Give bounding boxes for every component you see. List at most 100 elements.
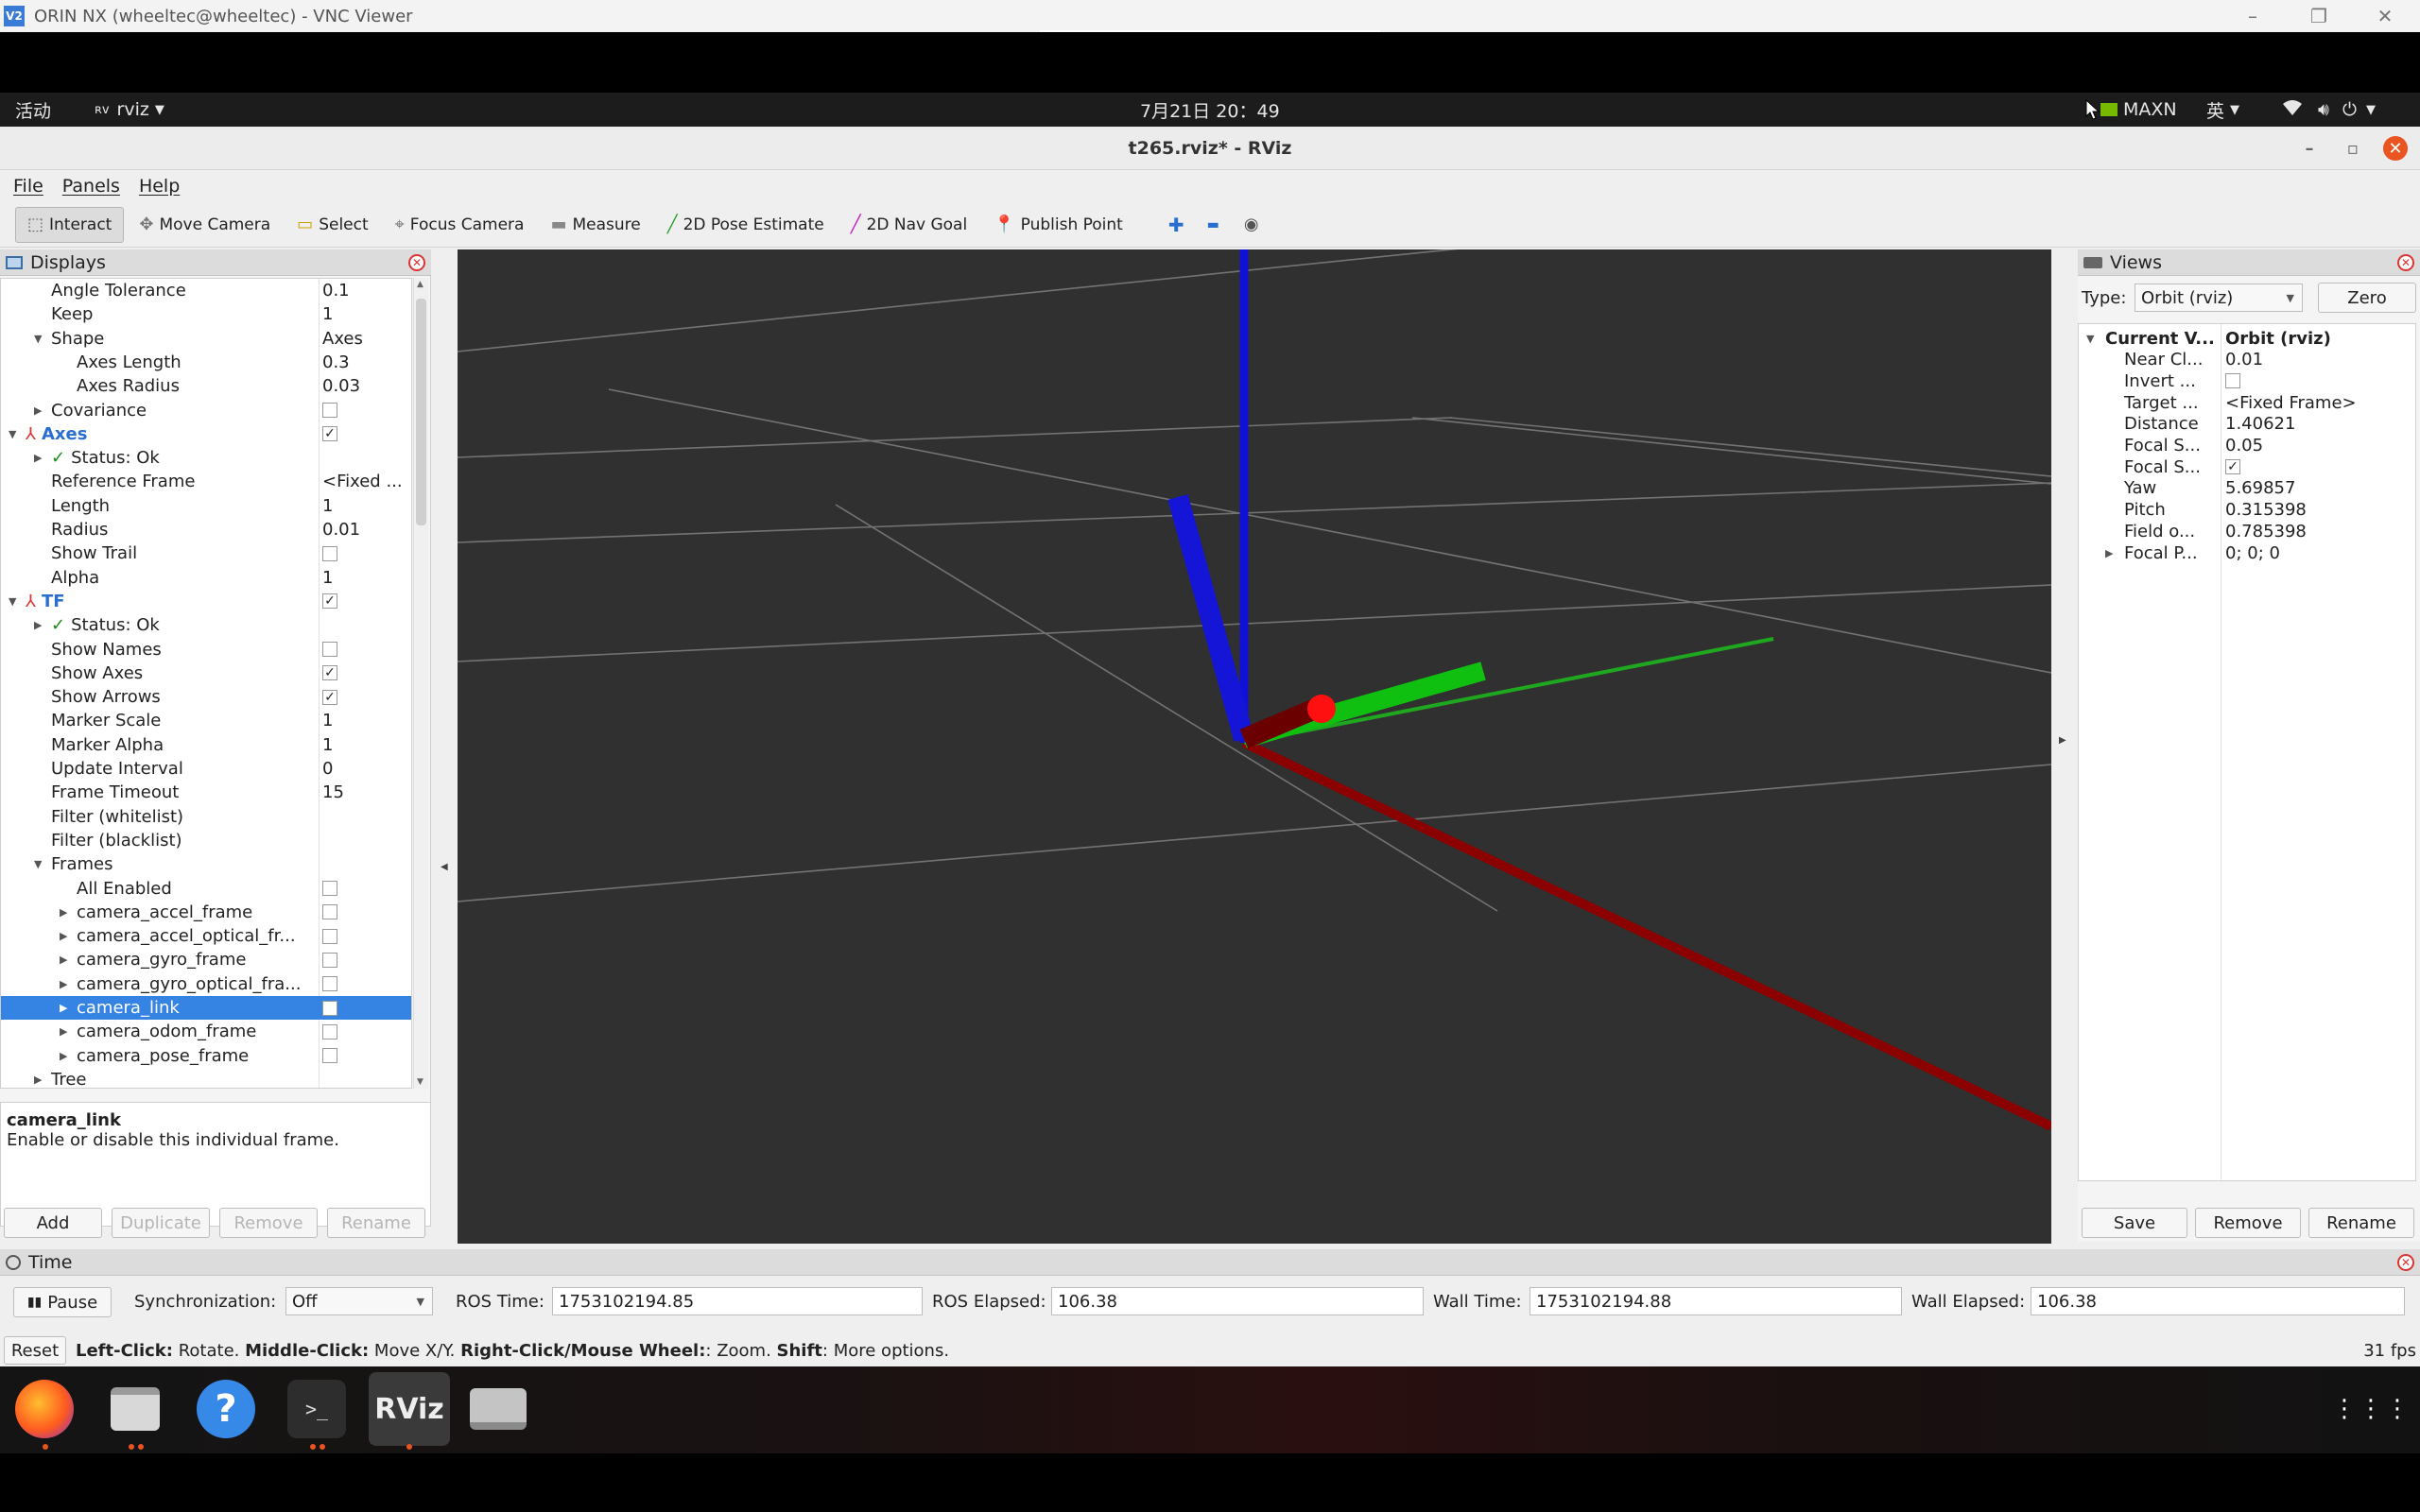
displays-scrollbar[interactable]: ▲ ▼ — [413, 278, 428, 1089]
property-row[interactable]: Radius 0.01 — [1, 518, 411, 541]
scroll-down-icon[interactable]: ▼ — [417, 1077, 424, 1087]
property-row[interactable]: Show Arrows ✓ — [1, 685, 411, 709]
view-property-row[interactable]: ▶ Focal P... 0; 0; 0 — [2079, 542, 2417, 564]
save-view-button[interactable]: Save — [2082, 1208, 2187, 1238]
expand-arrow-icon[interactable]: ▼ — [34, 327, 42, 351]
close-icon[interactable]: ✕ — [408, 254, 425, 271]
view-check-cell[interactable] — [2225, 370, 2240, 391]
property-row[interactable]: ▶ camera_accel_frame — [1, 901, 411, 924]
row-checkbox[interactable] — [322, 545, 337, 561]
row-checkbox[interactable]: ✓ — [322, 689, 337, 705]
property-row[interactable]: ▶ Covariance — [1, 399, 411, 422]
property-row[interactable]: Frame Timeout 15 — [1, 781, 411, 804]
property-row[interactable]: Axes Radius 0.03 — [1, 374, 411, 398]
view-row-checkbox[interactable]: ✓ — [2225, 459, 2240, 475]
property-row[interactable]: ▶ ✓ Status: Ok — [1, 613, 411, 637]
row-checkbox[interactable] — [322, 952, 337, 968]
view-property-row[interactable]: Focal S... ✓ — [2079, 456, 2417, 478]
property-row[interactable]: Marker Alpha 1 — [1, 733, 411, 757]
view-property-row[interactable]: ▼ Current V... Orbit (rviz) — [2079, 328, 2417, 350]
remove-view-button[interactable]: Remove — [2195, 1208, 2301, 1238]
rename-display-button[interactable]: Rename — [327, 1208, 425, 1238]
property-row[interactable]: Filter (blacklist) — [1, 829, 411, 852]
collapse-arrow-icon[interactable]: ▶ — [60, 948, 67, 971]
view-property-row[interactable]: Focal S... 0.05 — [2079, 436, 2417, 457]
displays-tree[interactable]: Angle Tolerance 0.1 Keep 1 ▼ Shape Axes Axes Le… — [0, 278, 412, 1089]
row-checkbox[interactable] — [322, 976, 337, 992]
expand-arrow-icon[interactable]: ▼ — [9, 422, 16, 446]
rviz-minimize-button[interactable]: – — [2295, 134, 2324, 163]
rviz-dock-icon[interactable]: RViz — [369, 1372, 450, 1446]
row-checkbox[interactable]: ✓ — [322, 593, 337, 610]
property-row[interactable]: Keep 1 — [1, 302, 411, 326]
row-checkbox[interactable] — [322, 904, 337, 920]
property-row[interactable]: Update Interval 0 — [1, 757, 411, 781]
row-check-cell[interactable]: ✓ — [322, 662, 337, 685]
duplicate-display-button[interactable]: Duplicate — [112, 1208, 210, 1238]
property-row[interactable]: ▶ camera_link — [1, 996, 411, 1021]
property-row[interactable]: Show Axes ✓ — [1, 662, 411, 685]
render-viewport[interactable] — [458, 249, 2051, 1244]
collapse-arrow-icon[interactable]: ▶ — [60, 901, 67, 924]
collapse-arrow-icon[interactable]: ▶ — [34, 399, 42, 422]
files-icon[interactable] — [106, 1380, 164, 1438]
property-row[interactable]: ▶ camera_accel_optical_fr... — [1, 924, 411, 948]
row-check-cell[interactable]: ✓ — [322, 590, 337, 613]
tool-publish-point[interactable]: 📍 Publish Point — [982, 207, 1134, 243]
remove-tool-icon[interactable]: ▬ — [1207, 217, 1219, 232]
row-check-cell[interactable] — [322, 541, 337, 565]
vnc-close-button[interactable]: ✕ — [2352, 0, 2418, 32]
row-checkbox[interactable] — [322, 1000, 337, 1016]
system-menu[interactable]: 🔊︎ ⏻ ▼ — [2282, 93, 2376, 127]
row-checkbox[interactable] — [322, 1023, 337, 1040]
property-row[interactable]: ▶ camera_pose_frame — [1, 1044, 411, 1068]
property-row[interactable]: ▶ Tree — [1, 1068, 411, 1088]
row-check-cell[interactable] — [322, 924, 337, 948]
eye-icon[interactable]: ◉ — [1244, 215, 1259, 234]
view-row-checkbox[interactable] — [2225, 373, 2240, 389]
input-method-indicator[interactable]: 英 ▼ — [2206, 93, 2239, 127]
zero-button[interactable]: Zero — [2318, 283, 2416, 313]
collapse-left-icon[interactable]: ◀ — [441, 862, 448, 872]
collapse-arrow-icon[interactable]: ▶ — [2105, 547, 2113, 559]
remove-display-button[interactable]: Remove — [219, 1208, 318, 1238]
display-item[interactable]: ▼ ⅄ TF ✓ — [1, 590, 411, 613]
property-row[interactable]: ▶ camera_gyro_optical_fra... — [1, 972, 411, 996]
menu-file[interactable]: File — [13, 176, 43, 197]
row-check-cell[interactable]: ✓ — [322, 685, 337, 709]
tool-focus-camera[interactable]: ⌖ Focus Camera — [384, 207, 536, 243]
view-check-cell[interactable]: ✓ — [2225, 456, 2240, 477]
property-row[interactable]: ▼ Shape Axes — [1, 327, 411, 351]
collapse-arrow-icon[interactable]: ▶ — [60, 972, 67, 996]
property-row[interactable]: ▶ camera_odom_frame — [1, 1020, 411, 1043]
collapse-arrow-icon[interactable]: ▶ — [60, 924, 67, 948]
menu-help[interactable]: Help — [139, 176, 180, 197]
row-checkbox[interactable] — [322, 1048, 337, 1064]
view-property-row[interactable]: Target ... <Fixed Frame> — [2079, 392, 2417, 414]
add-tool-icon[interactable]: ✚ — [1168, 214, 1184, 236]
tool-select[interactable]: ▭ Select — [285, 207, 379, 243]
row-check-cell[interactable] — [322, 972, 337, 996]
tool-2d-pose-estimate[interactable]: ╱ 2D Pose Estimate — [656, 207, 836, 243]
collapse-arrow-icon[interactable]: ▶ — [34, 613, 42, 637]
scrollbar-thumb[interactable] — [416, 299, 426, 525]
property-row[interactable]: Show Trail — [1, 541, 411, 565]
row-checkbox[interactable] — [322, 928, 337, 944]
ros-elapsed-field[interactable]: 106.38 — [1051, 1287, 1424, 1315]
row-check-cell[interactable] — [322, 1044, 337, 1068]
property-row[interactable]: Reference Frame <Fixed ... — [1, 470, 411, 493]
row-check-cell[interactable] — [322, 638, 337, 662]
collapse-arrow-icon[interactable]: ▶ — [60, 1020, 67, 1043]
view-property-row[interactable]: Invert ... — [2079, 370, 2417, 392]
row-check-cell[interactable] — [322, 996, 337, 1020]
views-tree[interactable]: ▼ Current V... Orbit (rviz) Near Cl... 0.01 I… — [2078, 323, 2417, 1182]
property-row[interactable]: Length 1 — [1, 494, 411, 518]
property-row[interactable]: All Enabled — [1, 877, 411, 901]
view-type-select[interactable]: Orbit (rviz) ▼ — [2135, 284, 2303, 312]
ros-time-field[interactable]: 1753102194.85 — [552, 1287, 923, 1315]
terminal-icon[interactable]: >_ — [287, 1380, 346, 1438]
tool-2d-nav-goal[interactable]: ╱ 2D Nav Goal — [839, 207, 978, 243]
property-row[interactable]: Alpha 1 — [1, 566, 411, 590]
property-row[interactable]: ▶ ✓ Status: Ok — [1, 446, 411, 470]
expand-arrow-icon[interactable]: ▼ — [9, 590, 16, 613]
